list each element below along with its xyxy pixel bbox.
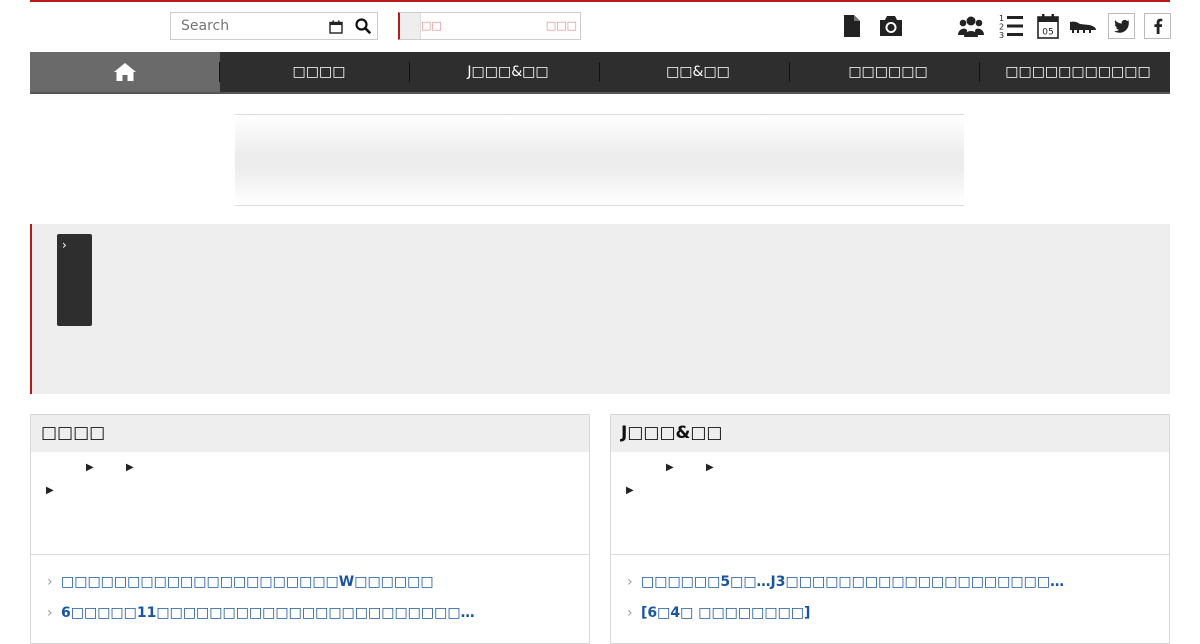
member-login-box[interactable]: □□ □□□ <box>398 12 581 40</box>
search-form <box>170 12 378 40</box>
play-arrow-icon[interactable]: ▶ <box>706 462 714 473</box>
article-link[interactable]: › 6□□□□□11□□□□□□□□□□□□□□□□□□□□□□□… <box>31 598 589 629</box>
panel-featured: ▶ ▶ ▶ <box>31 452 589 555</box>
chevron-right-icon: › <box>627 574 633 590</box>
article-link-text[interactable]: 6□□□□□11□□□□□□□□□□□□□□□□□□□□□□□… <box>61 605 475 621</box>
panel-title: J□□□&□□ <box>611 415 1169 452</box>
search-button[interactable] <box>349 12 378 40</box>
headline-ticker: › <box>30 224 1170 394</box>
article-link-text[interactable]: [6□4□ □□□□□□□□] <box>641 605 810 621</box>
article-link-text[interactable]: □□□□□□5□□…J3□□□□□□□□□□□□□□□□□□□□… <box>641 574 1064 590</box>
play-arrow-icon[interactable]: ▶ <box>46 485 54 496</box>
top-accent-line <box>30 0 1170 2</box>
nav-divider <box>409 62 410 82</box>
panel-title: □□□□ <box>31 415 589 452</box>
home-icon <box>114 63 136 81</box>
play-arrow-icon[interactable]: ▶ <box>666 462 674 473</box>
search-input[interactable] <box>171 13 331 39</box>
nav-divider <box>599 62 600 82</box>
banner-ad-slot[interactable] <box>235 114 964 206</box>
login-label[interactable]: □□ <box>421 19 442 32</box>
article-link-text[interactable]: □□□□□□□□□□□□□□□□□□□□□W□□□□□□ <box>61 574 434 590</box>
panel-featured: ▶ ▶ ▶ <box>611 452 1169 555</box>
nav-item-4[interactable]: □□□□□□ <box>793 52 983 92</box>
group-icon[interactable] <box>957 13 985 39</box>
chevron-right-icon: › <box>627 605 633 621</box>
chevron-right-icon: › <box>47 605 53 621</box>
register-label[interactable]: □□□ <box>546 19 577 32</box>
cleats-icon[interactable] <box>1068 16 1098 36</box>
article-link[interactable]: › [6□4□ □□□□□□□□] <box>611 598 1169 629</box>
svg-text:3: 3 <box>999 31 1004 39</box>
play-arrow-icon[interactable]: ▶ <box>626 485 634 496</box>
main-nav: □□□□ J□□□&□□ □□&□□ □□□□□□ □□□□□□□□□□□ <box>30 52 1170 94</box>
twitter-button[interactable] <box>1108 13 1135 39</box>
svg-text:05: 05 <box>1042 28 1053 38</box>
chevron-right-icon: › <box>62 238 67 252</box>
nav-divider <box>789 62 790 82</box>
camera-icon[interactable] <box>877 13 905 39</box>
play-arrow-icon[interactable]: ▶ <box>86 462 94 473</box>
nav-item-1[interactable]: □□□□ <box>224 52 414 92</box>
ranking-list-icon[interactable]: 123 <box>998 12 1024 40</box>
chevron-right-icon: › <box>47 574 53 590</box>
nav-home[interactable] <box>30 52 220 92</box>
nav-item-3[interactable]: □□&□□ <box>603 52 793 92</box>
date-picker-icon[interactable] <box>329 19 343 38</box>
nav-divider <box>979 62 980 82</box>
document-icon[interactable] <box>841 14 863 38</box>
facebook-button[interactable] <box>1144 13 1171 39</box>
login-tab <box>400 13 421 39</box>
search-icon <box>355 18 371 34</box>
nav-divider <box>219 62 220 82</box>
nav-item-2[interactable]: J□□□&□□ <box>413 52 603 92</box>
category-panel-2: J□□□&□□ ▶ ▶ ▶ › □□□□□□5□□…J3□□□□□□□□□□□□□… <box>610 414 1170 644</box>
article-link[interactable]: › □□□□□□5□□…J3□□□□□□□□□□□□□□□□□□□□… <box>611 567 1169 598</box>
search-box <box>170 12 350 40</box>
play-arrow-icon[interactable]: ▶ <box>126 462 134 473</box>
category-panel-1: □□□□ ▶ ▶ ▶ › □□□□□□□□□□□□□□□□□□□□□W□□□□□□… <box>30 414 590 644</box>
calendar-icon[interactable]: 05 <box>1036 12 1060 40</box>
article-link[interactable]: › □□□□□□□□□□□□□□□□□□□□□W□□□□□□ <box>31 567 589 598</box>
facebook-icon <box>1153 18 1162 34</box>
twitter-icon <box>1113 19 1129 33</box>
ticker-next-button[interactable]: › <box>57 234 92 326</box>
nav-item-5[interactable]: □□□□□□□□□□□ <box>983 52 1173 92</box>
